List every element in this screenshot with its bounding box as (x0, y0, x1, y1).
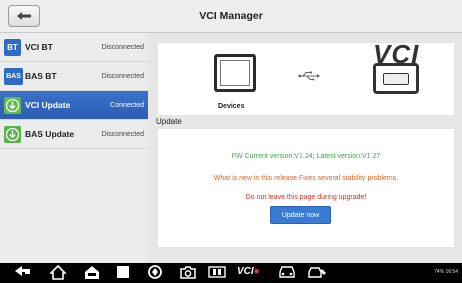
update-panel: FW Current version:V1.24; Latest version… (158, 129, 454, 247)
sidebar-item-label: VCI Update (25, 100, 71, 110)
tablet-icon (214, 54, 256, 92)
sidebar-item-label: BAS Update (25, 129, 75, 139)
connection-status: Disconnected (101, 73, 144, 80)
update-now-button[interactable]: Update now (270, 206, 331, 224)
sidebar-item-vci-bt[interactable]: BT VCI BT Disconnected (0, 33, 148, 62)
browser-icon[interactable] (148, 265, 162, 279)
download-icon (4, 126, 21, 143)
vci-device-icon (373, 63, 419, 94)
sidebar-item-label: VCI BT (25, 42, 53, 52)
connection-status: Disconnected (101, 44, 144, 51)
screen-record-icon[interactable] (208, 265, 226, 279)
devices-panel: Devices VCI (158, 39, 454, 115)
sidebar-item-vci-update[interactable]: VCI Update Connected (0, 91, 148, 120)
sidebar-item-label: BAS BT (25, 71, 57, 81)
sidebar-item-bas-bt[interactable]: BAS BAS BT Disconnected (0, 62, 148, 91)
release-notes-text: What is new in this release:Fixes severa… (213, 175, 399, 182)
connection-status: Connected (110, 102, 144, 109)
devices-label: Devices (218, 103, 245, 110)
home-icon[interactable] (50, 265, 66, 280)
car-home-icon[interactable] (84, 265, 100, 280)
camera-icon[interactable] (180, 265, 196, 279)
vci-shortcut-icon[interactable]: VCI● (237, 266, 260, 277)
status-bar-text: 74% 16:54 (434, 269, 458, 275)
firmware-version-text: FW Current version:V1.24; Latest version… (231, 153, 381, 160)
update-heading: Update (156, 117, 182, 126)
back-button[interactable] (8, 5, 40, 27)
bottom-navigation-bar: VCI● 74% 16:54 (0, 263, 462, 283)
sidebar: BT VCI BT Disconnected BAS BAS BT Discon… (0, 33, 148, 263)
back-arrow-icon (17, 12, 31, 20)
page-title: VCI Manager (199, 10, 263, 22)
recent-apps-icon[interactable] (116, 265, 130, 279)
main-panel: Devices VCI Update FW Current version:V1… (148, 33, 462, 263)
warning-text: Do not leave this page during upgrade! (245, 194, 367, 201)
car-icon[interactable] (278, 265, 296, 279)
diagnostic-service-icon[interactable] (308, 265, 328, 279)
connection-status: Disconnected (101, 131, 144, 138)
back-arrow-icon[interactable] (14, 265, 32, 279)
download-icon (4, 97, 21, 114)
bas-badge-icon: BAS (4, 68, 23, 85)
sidebar-item-bas-update[interactable]: BAS Update Disconnected (0, 120, 148, 149)
usb-icon (298, 71, 320, 81)
top-bar: VCI Manager (0, 0, 462, 33)
bluetooth-badge-icon: BT (4, 39, 21, 56)
